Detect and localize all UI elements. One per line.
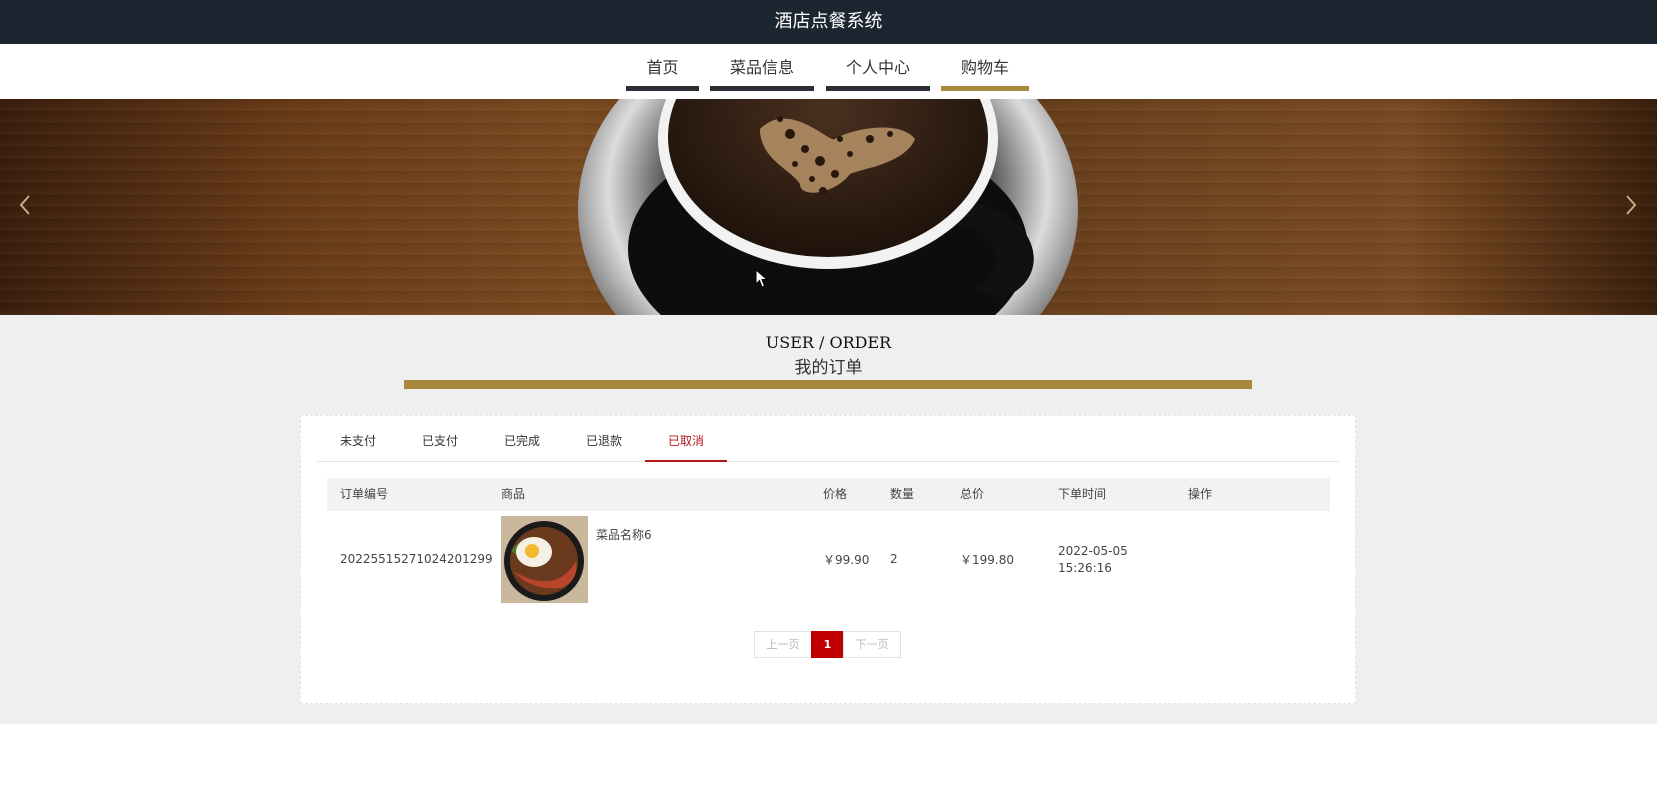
site-title: 酒店点餐系统 — [774, 11, 883, 32]
nav-cart-underline — [941, 86, 1029, 91]
banner-prev-arrow[interactable] — [18, 194, 32, 222]
nav-cart[interactable]: 购物车 — [941, 44, 1029, 99]
order-section: USER / ORDER 我的订单 未支付 已支付 已完成 已退款 已取消 订单… — [0, 315, 1657, 724]
page-1-button[interactable]: 1 — [811, 631, 844, 658]
dish-image — [501, 516, 588, 603]
hero-banner — [0, 99, 1657, 315]
product-name[interactable]: 菜品名称6 — [596, 526, 652, 543]
col-quantity: 数量 — [890, 487, 915, 501]
nav-home-underline — [626, 86, 699, 91]
col-product: 商品 — [501, 487, 526, 501]
prev-page-button[interactable]: 上一页 — [754, 631, 812, 658]
next-page-button[interactable]: 下一页 — [843, 631, 901, 658]
nav-user-center[interactable]: 个人中心 — [826, 44, 930, 99]
nav-user-center-label: 个人中心 — [845, 58, 910, 77]
tab-paid[interactable]: 已支付 — [399, 416, 481, 462]
section-title-en: USER / ORDER — [765, 333, 892, 352]
chevron-right-icon — [1626, 195, 1637, 215]
unit-price: ￥99.90 — [823, 553, 870, 567]
order-status-tabs: 未支付 已支付 已完成 已退款 已取消 — [317, 416, 1339, 462]
section-title-cn: 我的订单 — [794, 358, 863, 378]
col-total: 总价 — [960, 487, 985, 501]
nav-user-center-underline — [826, 86, 930, 91]
order-date: 2022-05-05 — [1058, 544, 1128, 558]
nav-dishes-underline — [710, 86, 814, 91]
coffee-cup-image — [578, 99, 1078, 315]
site-header: 酒店点餐系统 — [0, 0, 1657, 44]
section-divider — [404, 380, 1252, 389]
product-thumbnail[interactable] — [501, 516, 588, 603]
col-order-time: 下单时间 — [1058, 487, 1107, 501]
order-number: 20225515271024201299 — [340, 552, 493, 566]
order-time: 15:26:16 — [1058, 561, 1112, 575]
tab-completed[interactable]: 已完成 — [481, 416, 563, 462]
nav-dishes-label: 菜品信息 — [729, 58, 794, 77]
col-price: 价格 — [823, 487, 848, 501]
mouse-cursor-icon — [755, 269, 769, 288]
nav-cart-label: 购物车 — [960, 58, 1009, 77]
tab-cancelled[interactable]: 已取消 — [645, 416, 727, 462]
nav-home-label: 首页 — [646, 58, 679, 77]
total-price: ￥199.80 — [960, 553, 1014, 567]
col-order-no: 订单编号 — [340, 487, 389, 501]
order-table-header: 订单编号 商品 价格 数量 总价 下单时间 操作 — [327, 478, 1330, 511]
nav-home[interactable]: 首页 — [626, 44, 699, 99]
tab-refunded[interactable]: 已退款 — [563, 416, 645, 462]
table-row: 20225515271024201299 菜品名称6 ￥99.90 2 ￥199… — [327, 516, 1330, 606]
tab-unpaid[interactable]: 未支付 — [317, 416, 399, 462]
banner-next-arrow[interactable] — [1624, 194, 1638, 222]
col-actions: 操作 — [1188, 487, 1213, 501]
quantity: 2 — [890, 552, 898, 566]
chevron-left-icon — [19, 195, 30, 215]
order-card: 未支付 已支付 已完成 已退款 已取消 订单编号 商品 价格 数量 总价 下单时… — [300, 415, 1356, 704]
main-nav: 首页 菜品信息 个人中心 购物车 — [0, 44, 1657, 99]
nav-dishes[interactable]: 菜品信息 — [710, 44, 814, 99]
